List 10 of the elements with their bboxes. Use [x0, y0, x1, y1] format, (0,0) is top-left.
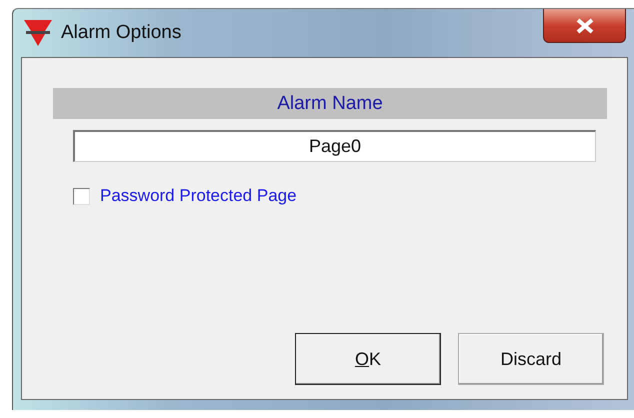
section-header: Alarm Name: [53, 88, 607, 119]
close-icon: [574, 18, 594, 34]
ok-button[interactable]: OK: [295, 333, 441, 385]
window-title: Alarm Options: [61, 22, 182, 44]
logo-icon: [23, 19, 53, 47]
discard-button[interactable]: Discard: [458, 333, 604, 385]
checkbox[interactable]: [73, 188, 90, 204]
close-button[interactable]: [543, 9, 626, 43]
input-field[interactable]: Page0: [73, 130, 596, 162]
checkbox-label: Password Protected Page: [100, 186, 297, 206]
